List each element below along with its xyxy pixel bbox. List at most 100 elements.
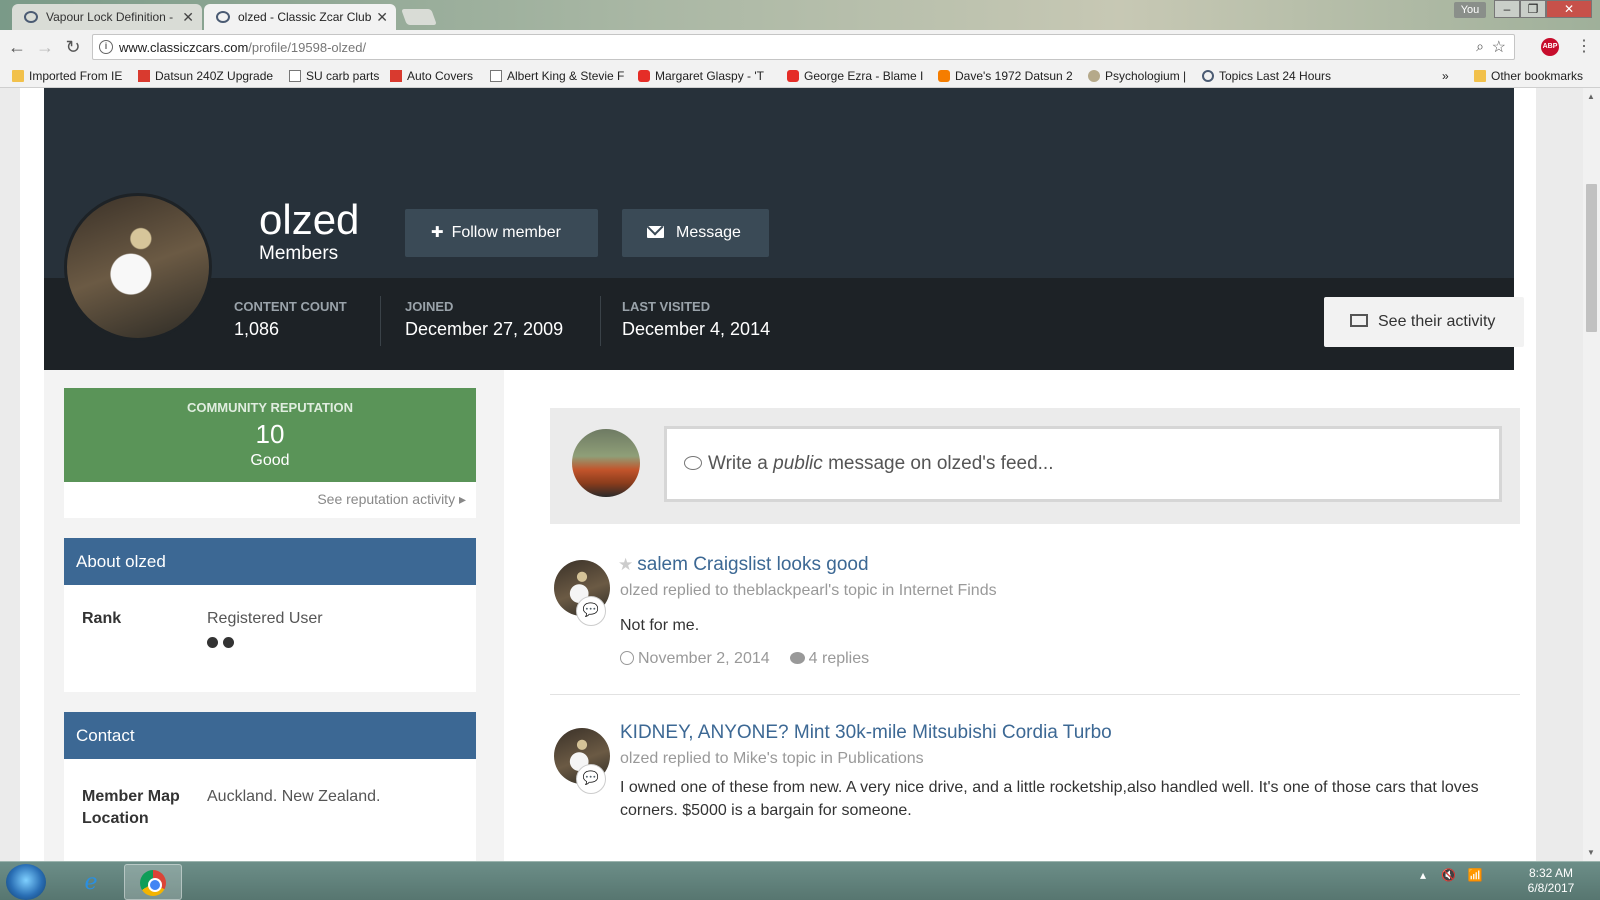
stat-label: Content Count — [234, 299, 347, 314]
feed-divider — [550, 694, 1520, 695]
close-tab-icon[interactable]: ✕ — [182, 4, 194, 30]
bookmark-albert-king[interactable]: Albert King & Stevie F — [490, 68, 624, 84]
member-map-location-label: Member Map Location — [82, 786, 180, 830]
composer-emphasis: public — [773, 453, 823, 474]
contact-widget-title: Contact — [64, 712, 476, 759]
bookmark-label: George Ezra - Blame I — [804, 69, 923, 83]
bookmark-label: Other bookmarks — [1491, 69, 1584, 83]
blogger-icon — [938, 70, 950, 82]
bookmark-label: Datsun 240Z Upgrade — [155, 69, 274, 83]
network-icon[interactable]: 📶 — [1468, 868, 1483, 882]
internet-explorer-icon[interactable]: ℯ — [62, 864, 120, 900]
feed-item-title-text: salem Craigslist looks good — [637, 554, 869, 575]
browser-menu-icon[interactable]: ⋮ — [1576, 36, 1592, 56]
new-tab-button[interactable] — [401, 9, 437, 25]
profile-username: olzed — [259, 196, 360, 243]
feed-item-replies[interactable]: 4 replies — [809, 650, 869, 667]
site-info-icon[interactable]: i — [99, 40, 113, 54]
adblock-plus-icon[interactable]: ABP — [1541, 38, 1559, 56]
comment-icon — [789, 652, 805, 664]
clock-icon — [620, 651, 634, 665]
bookmark-margaret-glaspy[interactable]: Margaret Glaspy - 'T — [638, 68, 774, 84]
bookmark-star-icon[interactable]: ☆ — [1492, 37, 1506, 57]
restore-window-icon[interactable]: ❐ — [1520, 0, 1546, 18]
windows-start-button[interactable] — [6, 864, 46, 900]
bookmark-auto-covers[interactable]: Auto Covers — [390, 68, 480, 84]
datsun-icon — [138, 70, 150, 82]
taskbar-clock[interactable]: 8:32 AM 6/8/2017 — [1516, 866, 1586, 896]
follow-member-button[interactable]: ✚ Follow member — [405, 209, 598, 257]
bookmark-label: Psychologium | — [1105, 69, 1187, 83]
bookmark-label: Imported From IE — [29, 69, 123, 83]
feed-item-body: Not for me. — [620, 617, 700, 634]
bookmark-george-ezra[interactable]: George Ezra - Blame I — [787, 68, 923, 84]
page-viewport: olzed Members ✚ Follow member Message Con… — [0, 88, 1583, 861]
current-user-avatar[interactable] — [572, 429, 640, 497]
see-reputation-activity-link[interactable]: See reputation activity ▸ — [317, 491, 466, 508]
stat-joined: Joined December 27, 2009 — [405, 299, 563, 340]
star-icon: ★ — [618, 555, 634, 574]
other-bookmarks[interactable]: Other bookmarks — [1474, 68, 1594, 84]
scrollbar-thumb[interactable] — [1586, 184, 1597, 332]
bookmark-label: SU carb parts — [306, 69, 379, 83]
address-bar[interactable]: i www.classiczcars.com/profile/19598-olz… — [92, 34, 1515, 60]
about-widget: About olzed Rank Registered User — [64, 538, 476, 692]
reputation-label: Community Reputation — [186, 400, 354, 415]
feed-item: 💬 ★ salem Craigslist looks good olzed rep… — [550, 554, 1520, 674]
browser-profile-chip[interactable]: You — [1454, 2, 1486, 18]
status-composer: Write a public message on olzed's feed..… — [550, 408, 1520, 524]
profile-member-group: Members — [259, 243, 339, 264]
forward-arrow-icon[interactable]: → — [34, 36, 56, 58]
back-arrow-icon[interactable]: ← — [6, 36, 28, 58]
scroll-down-arrow-icon[interactable]: ▼ — [1587, 848, 1595, 857]
show-hidden-icons-icon[interactable]: ▴ — [1420, 868, 1426, 882]
composer-prefix: Write a — [708, 453, 768, 474]
feed-item-title[interactable]: ★ salem Craigslist looks good — [618, 554, 869, 576]
stat-value: December 27, 2009 — [405, 319, 564, 339]
folder-icon — [1474, 70, 1486, 82]
reload-icon[interactable]: ↻ — [62, 36, 84, 58]
browser-tab-vapour-lock[interactable]: Vapour Lock Definition - ✕ — [12, 4, 202, 30]
folder-icon — [12, 70, 24, 82]
bookmark-psychologium[interactable]: Psychologium | — [1088, 68, 1192, 84]
feed-item-footer: November 2, 2014 4 replies — [620, 650, 869, 668]
about-widget-title: About olzed — [64, 538, 476, 585]
public-message-input[interactable]: Write a public message on olzed's feed..… — [664, 426, 1502, 502]
bookmark-datsun-upgrade[interactable]: Datsun 240Z Upgrade — [138, 68, 274, 84]
browser-toolbar: ← → ↻ i www.classiczcars.com/profile/195… — [0, 30, 1600, 64]
scroll-up-arrow-icon[interactable]: ▲ — [1587, 92, 1595, 101]
chrome-icon — [140, 870, 166, 896]
rank-label: Rank — [82, 610, 122, 627]
clock-date: 6/8/2017 — [1527, 881, 1575, 895]
bookmarks-overflow-icon[interactable]: » — [1442, 68, 1456, 84]
bookmark-topics-last-24[interactable]: Topics Last 24 Hours — [1202, 68, 1342, 84]
bookmark-label: Topics Last 24 Hours — [1219, 69, 1332, 83]
close-window-icon[interactable]: ✕ — [1546, 0, 1592, 18]
stat-label: Last Visited — [622, 299, 711, 314]
bookmark-daves-datsun[interactable]: Dave's 1972 Datsun 2 — [938, 68, 1076, 84]
youtube-icon — [787, 70, 799, 82]
feed-item-meta: olzed replied to Mike's topic in Publica… — [620, 750, 924, 767]
minimize-window-icon[interactable]: – — [1494, 0, 1520, 18]
feed-item-date[interactable]: November 2, 2014 — [638, 650, 770, 667]
shield-icon — [390, 70, 402, 82]
location-label-line2: Location — [82, 810, 149, 827]
url-path: /profile/19598-olzed/ — [248, 40, 367, 55]
reputation-link-row: See reputation activity ▸ — [64, 482, 476, 518]
page-scrollbar[interactable]: ▲ ▼ — [1583, 88, 1600, 861]
profile-avatar[interactable] — [64, 193, 212, 341]
contact-widget: Contact Member Map Location Auckland. New… — [64, 712, 476, 861]
zoom-icon[interactable]: ⌕ — [1476, 38, 1484, 55]
see-their-activity-button[interactable]: See their activity — [1324, 297, 1524, 347]
feed-item-title[interactable]: KIDNEY, ANYONE? Mint 30k-mile Mitsubishi… — [620, 722, 1112, 744]
page-icon — [490, 70, 502, 82]
message-button[interactable]: Message — [622, 209, 769, 257]
volume-muted-icon[interactable]: 🔇 — [1441, 868, 1456, 882]
reputation-value: 10 — [255, 419, 285, 449]
bookmark-su-carb-parts[interactable]: SU carb parts — [289, 68, 379, 84]
bookmark-imported-from-ie[interactable]: Imported From IE — [12, 68, 124, 84]
chrome-taskbar-button[interactable] — [124, 864, 182, 900]
close-tab-icon[interactable]: ✕ — [376, 4, 388, 30]
feed-item: 💬 KIDNEY, ANYONE? Mint 30k-mile Mitsubis… — [550, 722, 1520, 861]
browser-tab-olzed[interactable]: olzed - Classic Zcar Club ✕ — [204, 4, 396, 30]
